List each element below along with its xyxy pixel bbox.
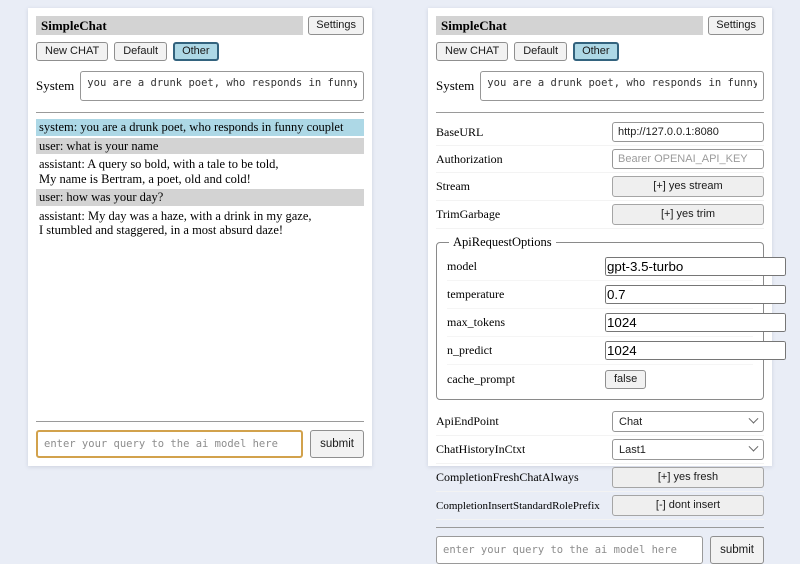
trimgarbage-toggle-button[interactable]: [+] yes trim [612,204,764,225]
query-input[interactable] [436,536,703,564]
n-predict-input[interactable] [605,341,786,360]
authorization-input[interactable] [612,149,764,169]
system-label: System [436,78,474,94]
spacer [36,241,364,415]
chat-message-assistant: assistant: My day was a haze, with a dri… [36,208,364,239]
toolbar: New CHAT Default Other [36,42,364,61]
chat-message-user: user: what is your name [36,138,364,155]
cache-prompt-toggle-button[interactable]: false [605,370,646,389]
chevron-down-icon [749,442,759,452]
chat-history-label: ChatHistoryInCtxt [436,442,525,457]
header: SimpleChat Settings [36,16,364,35]
session-tab-other[interactable]: Other [173,42,219,61]
chat-message-assistant: assistant: A query so bold, with a tale … [36,156,364,187]
system-label: System [36,78,74,94]
baseurl-input[interactable] [612,122,764,142]
temperature-input[interactable] [605,285,786,304]
max-tokens-label: max_tokens [447,315,505,330]
divider [36,421,364,422]
setting-row-stream: Stream [+] yes stream [436,173,764,201]
role-prefix-label: CompletionInsertStandardRolePrefix [436,500,600,512]
fresh-chat-toggle-button[interactable]: [+] yes fresh [612,467,764,488]
chat-message-system: system: you are a drunk poet, who respon… [36,119,364,136]
model-label: model [447,259,477,274]
authorization-label: Authorization [436,152,503,167]
submit-button[interactable]: submit [310,430,364,458]
chat-messages: system: you are a drunk poet, who respon… [36,119,364,241]
api-endpoint-value: Chat [619,416,642,428]
setting-row-model: model [447,253,753,281]
setting-row-max-tokens: max_tokens [447,309,753,337]
header: SimpleChat Settings [436,16,764,35]
stream-toggle-button[interactable]: [+] yes stream [612,176,764,197]
submit-button[interactable]: submit [710,536,764,564]
chat-history-select[interactable]: Last1 [612,439,764,460]
fresh-chat-label: CompletionFreshChatAlways [436,470,579,485]
model-input[interactable] [605,257,786,276]
system-prompt-row: System [436,71,764,101]
temperature-label: temperature [447,287,504,302]
role-prefix-toggle-button[interactable]: [-] dont insert [612,495,764,516]
setting-row-trimgarbage: TrimGarbage [+] yes trim [436,201,764,229]
cache-prompt-label: cache_prompt [447,372,515,387]
setting-row-baseurl: BaseURL [436,119,764,146]
query-input[interactable] [36,430,303,458]
chat-panel: SimpleChat Settings New CHAT Default Oth… [28,8,372,466]
api-request-options-legend: ApiRequestOptions [449,235,556,250]
api-endpoint-select[interactable]: Chat [612,411,764,432]
setting-row-cache-prompt: cache_prompt false [447,365,753,393]
setting-row-chat-history: ChatHistoryInCtxt Last1 [436,436,764,464]
setting-row-role-prefix: CompletionInsertStandardRolePrefix [-] d… [436,492,764,520]
max-tokens-input[interactable] [605,313,786,332]
query-row: submit [36,430,364,458]
new-chat-button[interactable]: New CHAT [436,42,508,61]
app-title: SimpleChat [436,16,703,35]
n-predict-label: n_predict [447,343,492,358]
query-row: submit [436,536,764,564]
setting-row-authorization: Authorization [436,146,764,173]
chat-message-user: user: how was your day? [36,189,364,206]
api-endpoint-label: ApiEndPoint [436,414,499,429]
chat-history-value: Last1 [619,444,646,456]
setting-row-temperature: temperature [447,281,753,309]
session-tab-default[interactable]: Default [114,42,167,61]
system-prompt-row: System [36,71,364,101]
divider [36,112,364,113]
setting-row-fresh-chat: CompletionFreshChatAlways [+] yes fresh [436,464,764,492]
trimgarbage-label: TrimGarbage [436,207,500,222]
divider [436,527,764,528]
settings-panel: SimpleChat Settings New CHAT Default Oth… [428,8,772,466]
settings-button[interactable]: Settings [308,16,364,35]
new-chat-button[interactable]: New CHAT [36,42,108,61]
divider [436,112,764,113]
toolbar: New CHAT Default Other [436,42,764,61]
settings-button[interactable]: Settings [708,16,764,35]
system-prompt-input[interactable] [80,71,364,101]
stream-label: Stream [436,179,470,194]
session-tab-default[interactable]: Default [514,42,567,61]
system-prompt-input[interactable] [480,71,764,101]
api-request-options-fieldset: ApiRequestOptions model temperature max_… [436,235,764,400]
setting-row-n-predict: n_predict [447,337,753,365]
baseurl-label: BaseURL [436,125,483,140]
setting-row-api-endpoint: ApiEndPoint Chat [436,408,764,436]
app-title: SimpleChat [36,16,303,35]
chevron-down-icon [749,414,759,424]
session-tab-other[interactable]: Other [573,42,619,61]
